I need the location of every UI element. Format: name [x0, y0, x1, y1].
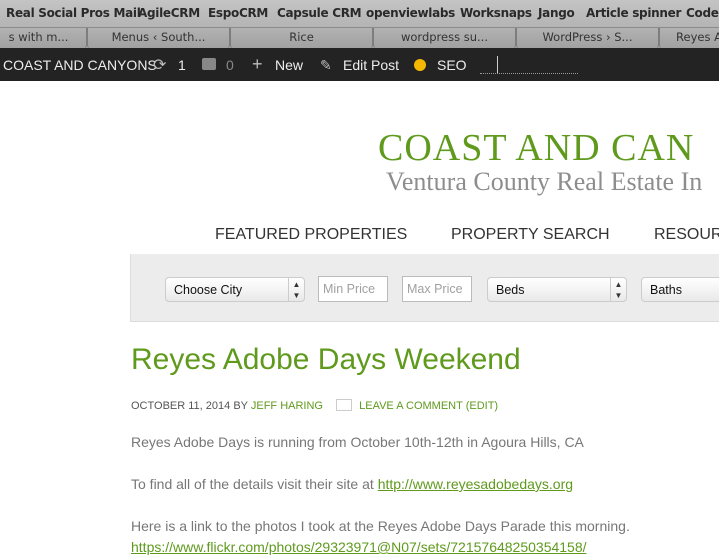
edit-post-link[interactable]: Edit Post [343, 57, 399, 73]
bookmark[interactable]: CodeF [686, 6, 719, 20]
property-search-bar: Choose City ▲▼ Beds ▲▼ Baths [130, 254, 719, 322]
select-arrows-icon: ▲ ▼ [288, 278, 304, 301]
bookmark[interactable]: Article spinner [586, 6, 681, 20]
comment-icon[interactable] [202, 58, 216, 70]
seo-status-icon [414, 59, 426, 71]
stats-sparkline[interactable] [480, 56, 578, 74]
seo-link[interactable]: SEO [437, 57, 467, 73]
beds-select-value: Beds [496, 283, 525, 297]
leave-comment-link[interactable]: LEAVE A COMMENT [359, 400, 463, 412]
site-name-link[interactable]: COAST AND CANYONS [3, 57, 157, 73]
edit-link[interactable]: (EDIT) [466, 400, 498, 412]
by-label: BY [233, 400, 248, 412]
nav-resources[interactable]: RESOUR [654, 226, 719, 244]
updates-icon[interactable]: ⟳ [153, 55, 166, 75]
tab[interactable]: wordpress su... [373, 28, 516, 48]
bookmark[interactable]: AgileCRM [138, 6, 200, 20]
bookmark[interactable]: Worksnaps [460, 6, 532, 20]
admin-bar: COAST AND CANYONS ⟳ 1 0 + New ✎ Edit Pos… [0, 48, 719, 81]
tab[interactable]: Reyes A [659, 28, 719, 48]
updates-count[interactable]: 1 [178, 57, 186, 73]
bookmark[interactable]: Jango [538, 6, 575, 20]
tab[interactable]: WordPress › S... [516, 28, 659, 48]
baths-select[interactable]: Baths [641, 277, 719, 302]
bookmark[interactable]: openviewlabs [366, 6, 455, 20]
tab[interactable]: Rice [230, 28, 373, 48]
plus-icon: + [252, 54, 263, 74]
bookmark[interactable]: EspoCRM [208, 6, 268, 20]
post-title[interactable]: Reyes Adobe Days Weekend [131, 343, 521, 377]
paragraph-text: To find all of the details visit their s… [131, 476, 374, 492]
post-paragraph: Here is a link to the photos I took at t… [131, 518, 630, 534]
post-meta: OCTOBER 11, 2014 BY JEFF HARING LEAVE A … [131, 399, 498, 412]
baths-select-value: Baths [650, 283, 682, 297]
site-title[interactable]: COAST AND CAN [378, 126, 694, 170]
post-date: OCTOBER 11, 2014 [131, 400, 231, 412]
comment-icon [336, 399, 353, 411]
beds-select[interactable]: Beds ▲ ▼ [487, 277, 627, 302]
nav-property-search[interactable]: PROPERTY SEARCH [451, 226, 610, 244]
browser-tabs: s with m... Menus ‹ South... Rice wordpr… [0, 27, 719, 48]
post-paragraph: https://www.flickr.com/photos/29323971@N… [131, 539, 587, 555]
select-arrows-icon: ▲ ▼ [610, 278, 626, 301]
comments-count[interactable]: 0 [226, 57, 234, 73]
min-price-input[interactable] [318, 276, 388, 302]
max-price-input[interactable] [402, 276, 472, 302]
city-select-value: Choose City [174, 283, 243, 297]
bookmark[interactable]: Real Social Pros Mail [6, 6, 141, 20]
post-paragraph: To find all of the details visit their s… [131, 476, 573, 492]
author-link[interactable]: JEFF HARING [251, 400, 323, 412]
new-link[interactable]: New [275, 57, 303, 73]
bookmarks-bar: Real Social Pros Mail AgileCRM EspoCRM C… [0, 0, 719, 27]
flickr-link[interactable]: https://www.flickr.com/photos/29323971@N… [131, 539, 587, 555]
tab[interactable]: s with m... [0, 28, 87, 48]
reyes-site-link[interactable]: http://www.reyesadobedays.org [378, 476, 573, 492]
tab[interactable]: Menus ‹ South... [87, 28, 230, 48]
bookmark[interactable]: Capsule CRM [277, 6, 362, 20]
pencil-icon: ✎ [320, 57, 332, 73]
site-tagline: Ventura County Real Estate In [386, 167, 703, 196]
post-paragraph: Reyes Adobe Days is running from October… [131, 434, 584, 450]
city-select[interactable]: Choose City ▲ ▼ [165, 277, 305, 302]
nav-featured-properties[interactable]: FEATURED PROPERTIES [215, 226, 407, 244]
